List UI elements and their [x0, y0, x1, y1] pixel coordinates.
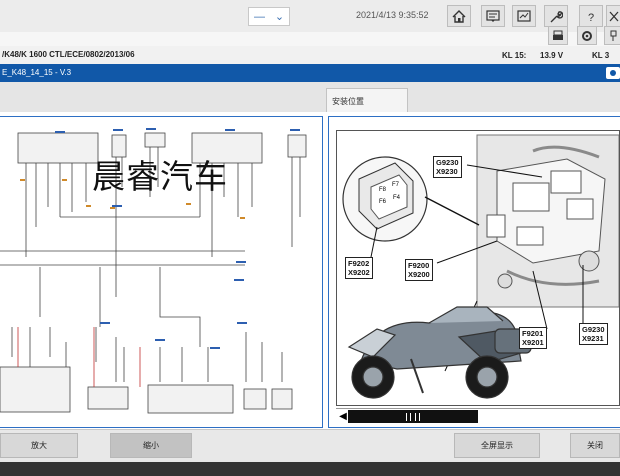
callout-f9202-x9202: F9202 X9202	[345, 257, 373, 279]
dropdown-value: —	[253, 10, 265, 23]
callout-g9230-x9230: G9230 X9230	[433, 156, 462, 178]
label-f9201: F9201	[522, 329, 544, 338]
pin-button[interactable]	[604, 26, 620, 45]
watermark-text: 晨睿汽车	[92, 157, 228, 196]
help-icon: ?	[588, 12, 594, 23]
relay-mark-f8: F8	[379, 187, 387, 193]
print-icon	[553, 30, 563, 40]
horizontal-scrollbar[interactable]: ◀	[336, 408, 620, 425]
document-title-bar	[0, 64, 620, 82]
kl30-label: KL 3	[592, 51, 610, 60]
service-functions-button[interactable]	[544, 5, 568, 27]
label-x9202: X9202	[348, 268, 370, 277]
installation-diagram[interactable]: F8 F7 F6 F4 G9230 X9230 F9202 X9202 F920…	[336, 130, 620, 406]
svg-text:?: ?	[588, 12, 594, 23]
callout-f9201-x9201: F9201 X9201	[519, 327, 547, 349]
label-x9201: X9201	[522, 338, 544, 347]
wrench-icon	[550, 10, 563, 22]
exit-icon	[609, 11, 619, 21]
measuring-icon	[517, 9, 531, 22]
label-x9200: X9200	[408, 270, 430, 279]
tab-install-location[interactable]: 安装位置	[326, 88, 408, 112]
scroll-thumb[interactable]	[348, 410, 478, 423]
kl15-value: 13.9 V	[540, 51, 564, 60]
document-options-button[interactable]	[606, 67, 620, 79]
callout-g9230-x9231: G9230 X9231	[579, 323, 608, 345]
exit-button[interactable]	[606, 5, 620, 27]
motorcycle-illustration: F8 F7 F6 F4	[342, 134, 619, 399]
label-x9230: X9230	[436, 167, 458, 176]
record-icon	[610, 70, 616, 76]
kl15-label: KL 15:	[502, 51, 527, 60]
pin-icon	[610, 30, 617, 41]
footer-strip	[0, 462, 620, 476]
callout-f9200-x9200: F9200 X9200	[405, 259, 433, 281]
measuring-button[interactable]	[512, 5, 536, 27]
close-button[interactable]: 关闭	[570, 433, 620, 458]
print-button[interactable]	[548, 26, 568, 45]
relay-mark-f4: F4	[393, 195, 401, 201]
grip-icon	[406, 413, 420, 421]
document-code: E_K48_14_15 - V.3	[2, 68, 72, 77]
vehicle-data-icon	[486, 9, 500, 22]
vehicle-data-button[interactable]	[481, 5, 505, 27]
home-button[interactable]	[447, 5, 471, 27]
top-toolbar: — ⌄ 2021/4/13 9:35:52 ?	[0, 0, 620, 33]
datetime-display: 2021/4/13 9:35:52	[356, 10, 429, 20]
label-f9202: F9202	[348, 259, 370, 268]
home-icon	[452, 9, 466, 23]
fullscreen-button[interactable]: 全屏显示	[454, 433, 540, 458]
help-button[interactable]: ?	[579, 5, 603, 27]
relay-mark-f7: F7	[392, 182, 400, 188]
settings-button[interactable]	[577, 26, 597, 45]
zoom-out-button[interactable]: 缩小	[110, 433, 192, 458]
chevron-down-icon: ⌄	[274, 11, 285, 23]
view-dropdown[interactable]: — ⌄	[248, 7, 290, 26]
label-g9230: G9230	[436, 158, 459, 167]
label-g9230-second: G9230	[582, 325, 605, 334]
settings-icon	[582, 30, 592, 41]
relay-mark-f6: F6	[379, 199, 387, 205]
zoom-in-button[interactable]: 放大	[0, 433, 78, 458]
vehicle-info: /K48/K 1600 CTL/ECE/0802/2013/06	[2, 50, 135, 59]
label-x9231: X9231	[582, 334, 604, 343]
label-f9200: F9200	[408, 261, 430, 270]
secondary-toolbar	[0, 32, 620, 47]
tab-strip	[0, 82, 620, 112]
